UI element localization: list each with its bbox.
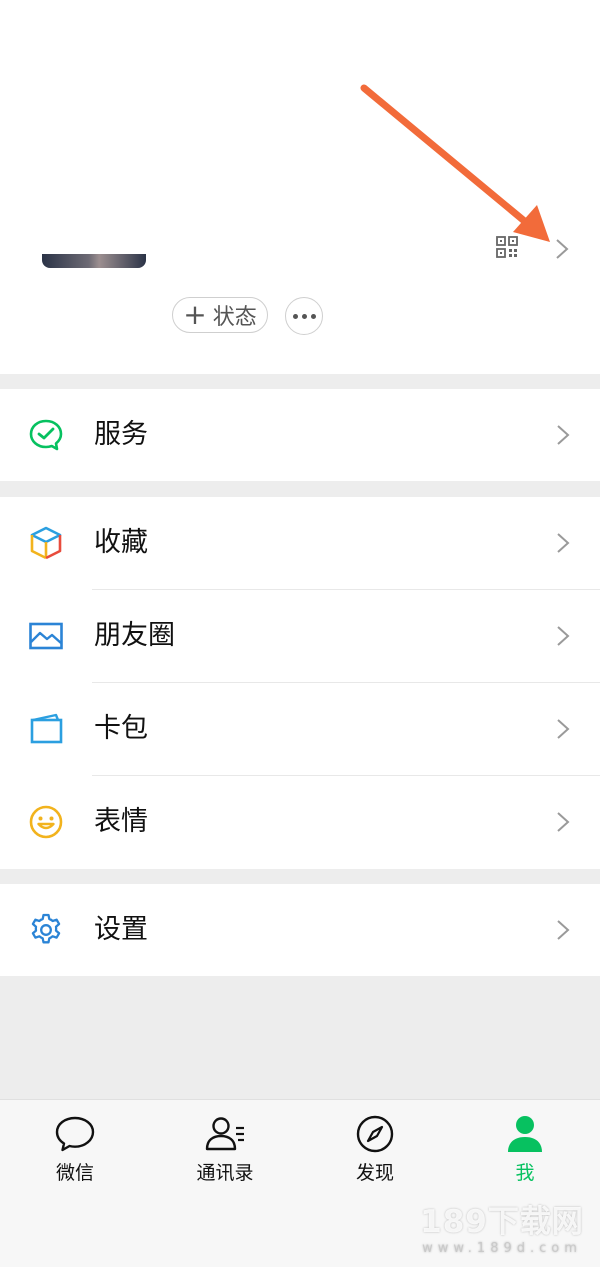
more-button[interactable] — [285, 297, 323, 335]
menu-item-services[interactable]: 服务 — [0, 389, 600, 481]
favorites-cube-icon — [30, 526, 62, 560]
tab-label: 我 — [515, 1162, 535, 1184]
services-group: 服务 — [0, 389, 600, 481]
chevron-right-icon — [557, 920, 570, 940]
compass-icon — [356, 1115, 394, 1153]
chevron-right-icon — [557, 425, 570, 445]
qr-code-icon[interactable] — [496, 236, 518, 258]
chevron-right-icon — [557, 812, 570, 832]
plus-icon: + — [183, 298, 207, 331]
profile-header: + 状态 — [0, 0, 600, 374]
menu-item-cards[interactable]: 卡包 — [0, 683, 600, 775]
add-status-button[interactable]: + 状态 — [172, 297, 268, 333]
menu-label-moments: 朋友圈 — [94, 620, 175, 651]
menu-item-moments[interactable]: 朋友圈 — [0, 590, 600, 682]
tab-discover[interactable]: 发现 — [300, 1112, 450, 1185]
menu-label-settings: 设置 — [94, 914, 148, 945]
watermark-sub: www.189d.com — [422, 1241, 582, 1256]
chevron-right-icon — [557, 533, 570, 553]
smiley-face-icon — [29, 805, 63, 839]
menu-label-favorites: 收藏 — [94, 527, 148, 558]
avatar[interactable] — [42, 254, 146, 268]
watermark-main: 189下载网 — [420, 1204, 584, 1240]
chevron-right-icon — [557, 626, 570, 646]
tab-chats[interactable]: 微信 — [0, 1112, 150, 1185]
menu-item-favorites[interactable]: 收藏 — [0, 497, 600, 589]
moments-picture-icon — [29, 622, 63, 650]
card-wallet-icon — [30, 713, 63, 744]
status-label: 状态 — [212, 305, 257, 330]
services-icon — [29, 419, 63, 451]
tab-label: 微信 — [55, 1162, 94, 1184]
person-icon — [508, 1116, 542, 1152]
gear-icon — [31, 913, 61, 944]
tab-label: 发现 — [355, 1162, 394, 1184]
menu-label-stickers: 表情 — [94, 806, 148, 837]
more-dots-icon — [292, 313, 298, 319]
features-group: 收藏 朋友圈 卡包 表情 — [0, 497, 600, 869]
contacts-icon — [205, 1117, 244, 1151]
chat-bubble-icon — [55, 1116, 95, 1152]
chevron-right-icon — [557, 719, 570, 739]
menu-item-settings[interactable]: 设置 — [0, 884, 600, 976]
tab-label: 通讯录 — [196, 1162, 254, 1184]
tab-contacts[interactable]: 通讯录 — [150, 1112, 300, 1185]
menu-label-services: 服务 — [94, 419, 148, 450]
chevron-right-icon[interactable] — [554, 237, 570, 261]
settings-group: 设置 — [0, 884, 600, 976]
watermark: 189下载网 www.189d.com — [412, 1196, 592, 1256]
menu-item-stickers[interactable]: 表情 — [0, 776, 600, 868]
menu-label-cards: 卡包 — [94, 713, 148, 744]
tab-me[interactable]: 我 — [450, 1112, 600, 1185]
